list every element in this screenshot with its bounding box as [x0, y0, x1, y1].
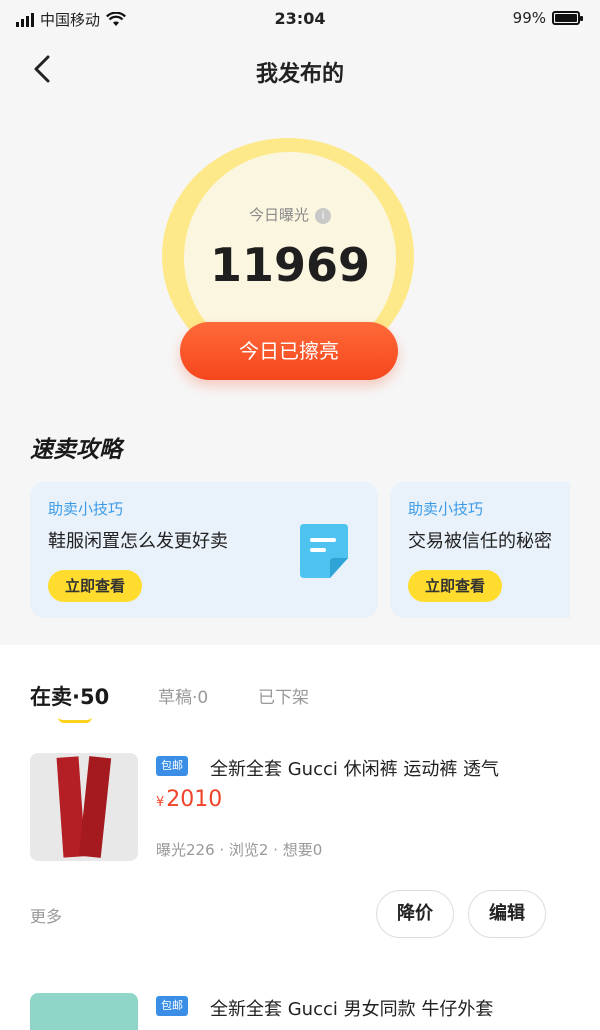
reduce-price-button[interactable]: 降价 — [376, 890, 454, 938]
quick-sale-title: 速卖攻略 — [30, 437, 122, 463]
status-right: 99% — [512, 9, 583, 27]
item-thumbnail[interactable] — [30, 753, 138, 861]
status-bar: 中国移动 23:04 99% — [0, 0, 600, 40]
tip-card[interactable]: 助卖小技巧 鞋服闲置怎么发更好卖 立即查看 — [30, 482, 378, 618]
tip-tag: 助卖小技巧 — [48, 500, 124, 518]
tab-on-sale[interactable]: 在卖·50 — [30, 681, 109, 711]
page-title: 我发布的 — [255, 62, 344, 87]
tip-headline: 交易被信任的秘密 — [408, 531, 552, 552]
exposure-count: 11969 — [209, 238, 371, 292]
tip-card[interactable]: 助卖小技巧 交易被信任的秘密 立即查看 — [390, 482, 570, 618]
clock: 23:04 — [274, 9, 326, 28]
tab-indicator — [58, 717, 92, 723]
more-link[interactable]: 更多 — [30, 903, 62, 927]
shipping-badge: 包邮 — [156, 996, 188, 1016]
item-title[interactable]: 全新全套 Gucci 休闲裤 运动裤 透气 — [210, 755, 499, 781]
item-price: ¥2010 — [156, 787, 223, 812]
tab-drafts[interactable]: 草稿·0 — [158, 683, 208, 708]
view-now-button[interactable]: 立即查看 — [408, 570, 502, 602]
my-published-page: 中国移动 23:04 99% 我发布的 今日曝光 i 11969 今日已擦亮 速卖… — [0, 0, 600, 1030]
edit-button[interactable]: 编辑 — [468, 890, 546, 938]
item-stats: 曝光226 · 浏览2 · 想要0 — [156, 841, 323, 859]
info-icon[interactable]: i — [315, 208, 331, 224]
tips-carousel[interactable]: 助卖小技巧 鞋服闲置怎么发更好卖 立即查看 助卖小技巧 交易被信任的秘密 立即查… — [30, 482, 570, 620]
battery-percent: 99% — [512, 9, 546, 27]
polish-button[interactable]: 今日已擦亮 — [180, 322, 398, 380]
exposure-label: 今日曝光 i — [184, 204, 396, 225]
tab-removed[interactable]: 已下架 — [258, 683, 309, 708]
item-title[interactable]: 全新全套 Gucci 男女同款 牛仔外套 — [210, 995, 493, 1021]
tip-tag: 助卖小技巧 — [408, 500, 484, 518]
item-thumbnail[interactable] — [30, 993, 138, 1030]
shipping-badge: 包邮 — [156, 756, 188, 776]
listings-panel: 在卖·50 草稿·0 已下架 包邮 全新全套 Gucci 休闲裤 运动裤 透气 … — [0, 645, 600, 1030]
document-icon — [300, 524, 348, 578]
nav-header: 我发布的 — [0, 40, 600, 100]
view-now-button[interactable]: 立即查看 — [48, 570, 142, 602]
battery-icon — [552, 11, 583, 25]
